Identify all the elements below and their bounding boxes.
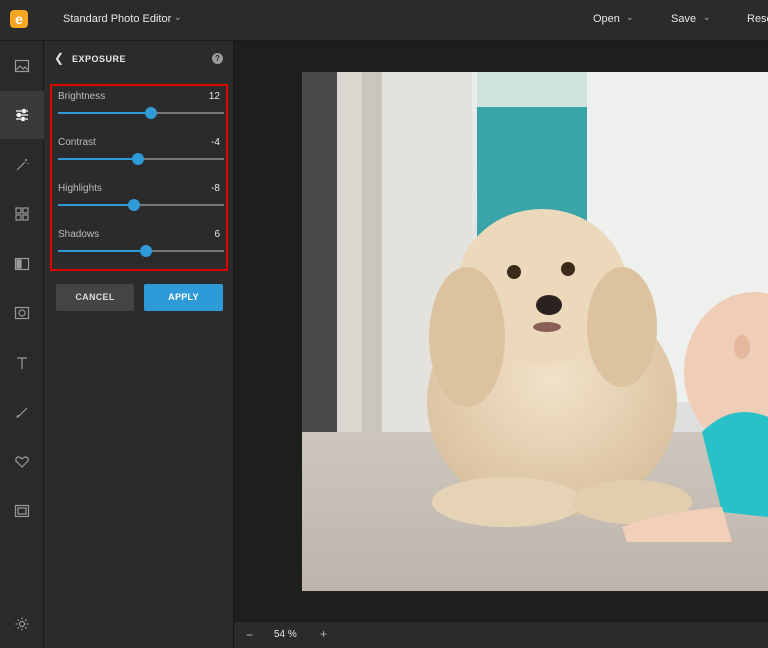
open-menu[interactable]: Open <box>593 13 620 25</box>
apply-button[interactable]: APPLY <box>144 284 223 311</box>
slider-value: 12 <box>208 91 220 102</box>
panel-header: ❮ EXPOSURE ? <box>44 41 234 75</box>
zoom-level[interactable]: 54 % <box>274 629 297 640</box>
zoom-bar: − 54 % + <box>234 621 768 648</box>
slider-contrast: Contrast -4 <box>52 137 226 183</box>
slider-fill <box>58 204 135 206</box>
grid-icon[interactable] <box>0 190 44 238</box>
chevron-down-icon[interactable]: ⌄ <box>703 12 711 23</box>
zoom-out-button[interactable]: − <box>246 628 253 642</box>
save-menu[interactable]: Save <box>671 13 696 25</box>
chevron-down-icon[interactable]: ⌄ <box>174 12 182 23</box>
slider-label: Brightness <box>58 91 106 102</box>
slider-fill <box>58 112 151 114</box>
frame-icon[interactable] <box>0 289 44 337</box>
exposure-panel: ❮ EXPOSURE ? Brightness 12 Contrast -4 H… <box>44 41 234 648</box>
slider-track[interactable] <box>58 199 224 211</box>
slider-highlights: Highlights -8 <box>52 183 226 229</box>
slider-thumb[interactable] <box>139 245 152 257</box>
zoom-in-button[interactable]: + <box>320 627 327 641</box>
slider-fill <box>58 250 146 252</box>
app-logo-icon[interactable]: e <box>10 10 28 28</box>
help-icon[interactable]: ? <box>212 53 223 64</box>
slider-value: -8 <box>211 183 220 194</box>
cancel-button[interactable]: CANCEL <box>56 284 134 311</box>
reset-menu[interactable]: Rese <box>747 13 768 25</box>
tool-sidebar <box>0 41 44 648</box>
slider-label: Shadows <box>58 229 100 240</box>
chevron-down-icon[interactable]: ⌄ <box>626 12 634 23</box>
panel-title: EXPOSURE <box>72 54 127 64</box>
slider-track[interactable] <box>58 153 224 165</box>
slider-label: Contrast <box>58 137 96 148</box>
slider-value: -4 <box>211 137 220 148</box>
slider-fill <box>58 158 138 160</box>
top-bar: e Standard Photo Editor ⌄ Open ⌄ Save ⌄ … <box>0 0 768 41</box>
edited-photo[interactable] <box>302 72 768 591</box>
slider-thumb[interactable] <box>144 107 157 119</box>
slider-brightness: Brightness 12 <box>52 91 226 137</box>
slider-label: Highlights <box>58 183 102 194</box>
brush-icon[interactable] <box>0 388 44 436</box>
app-title[interactable]: Standard Photo Editor <box>63 13 171 25</box>
slider-shadows: Shadows 6 <box>52 229 226 275</box>
magic-wand-icon[interactable] <box>0 141 44 189</box>
overlay-icon[interactable] <box>0 240 44 288</box>
border-icon[interactable] <box>0 487 44 535</box>
slider-thumb[interactable] <box>128 199 141 211</box>
photo-image <box>302 72 768 591</box>
adjust-sliders-icon[interactable] <box>0 91 44 139</box>
slider-thumb[interactable] <box>131 153 144 165</box>
slider-track[interactable] <box>58 107 224 119</box>
slider-track[interactable] <box>58 245 224 257</box>
back-arrow-icon[interactable]: ❮ <box>54 51 64 65</box>
slider-value: 6 <box>214 229 220 240</box>
editor-canvas <box>234 41 768 621</box>
settings-icon[interactable] <box>0 600 44 648</box>
heart-icon[interactable] <box>0 438 44 486</box>
image-icon[interactable] <box>0 42 44 90</box>
sliders-highlight-box: Brightness 12 Contrast -4 Highlights -8 <box>50 84 228 271</box>
text-icon[interactable] <box>0 339 44 387</box>
